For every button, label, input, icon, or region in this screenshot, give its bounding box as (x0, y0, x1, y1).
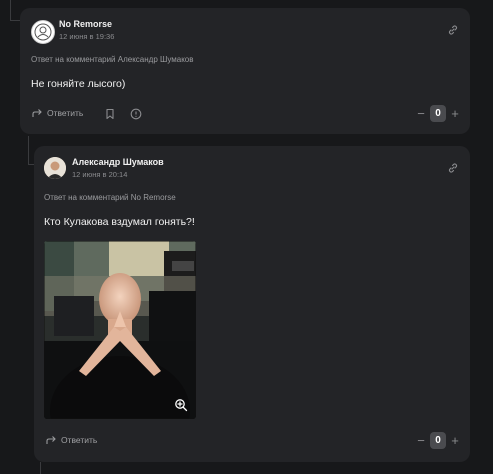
comment-author[interactable]: No Remorse (59, 19, 112, 29)
thread-line (28, 136, 29, 164)
avatar-image (34, 23, 52, 41)
thread-line (10, 0, 11, 20)
photo-image (44, 241, 196, 419)
downvote-button[interactable]: − (416, 107, 426, 120)
avatar[interactable] (44, 157, 66, 179)
link-icon[interactable] (447, 162, 459, 174)
reply-arrow-icon (46, 436, 56, 444)
upvote-button[interactable]: + (450, 107, 460, 120)
thread-line (10, 20, 20, 21)
avatar[interactable] (31, 20, 55, 44)
comment-author[interactable]: Александр Шумаков (72, 157, 164, 167)
vote-control: − 0 + (416, 105, 460, 122)
info-icon[interactable] (130, 108, 142, 120)
comment-date[interactable]: 12 июня в 20:14 (72, 170, 127, 179)
bookmark-icon[interactable] (104, 108, 116, 120)
reply-to-label[interactable]: Ответ на комментарий No Remorse (44, 193, 176, 202)
upvote-button[interactable]: + (450, 434, 460, 447)
link-icon[interactable] (447, 24, 459, 36)
reply-label: Ответить (47, 108, 84, 118)
reply-button[interactable]: Ответить (32, 108, 83, 118)
comment-date[interactable]: 12 июня в 19:36 (59, 32, 114, 41)
reply-label: Ответить (61, 435, 98, 445)
score-badge: 0 (430, 105, 446, 122)
comment-text: Не гоняйте лысого) (31, 78, 126, 90)
comment-text: Кто Кулакова вздумал гонять?! (44, 216, 195, 228)
reply-button[interactable]: Ответить (46, 435, 97, 445)
thread-line (40, 462, 41, 474)
reply-arrow-icon (32, 109, 42, 117)
reply-to-label[interactable]: Ответ на комментарий Александр Шумаков (31, 55, 193, 64)
score-badge: 0 (430, 432, 446, 449)
downvote-button[interactable]: − (416, 434, 426, 447)
vote-control: − 0 + (416, 432, 460, 449)
zoom-icon[interactable] (174, 398, 188, 412)
avatar-image (44, 157, 66, 179)
comment-photo[interactable] (44, 241, 196, 419)
